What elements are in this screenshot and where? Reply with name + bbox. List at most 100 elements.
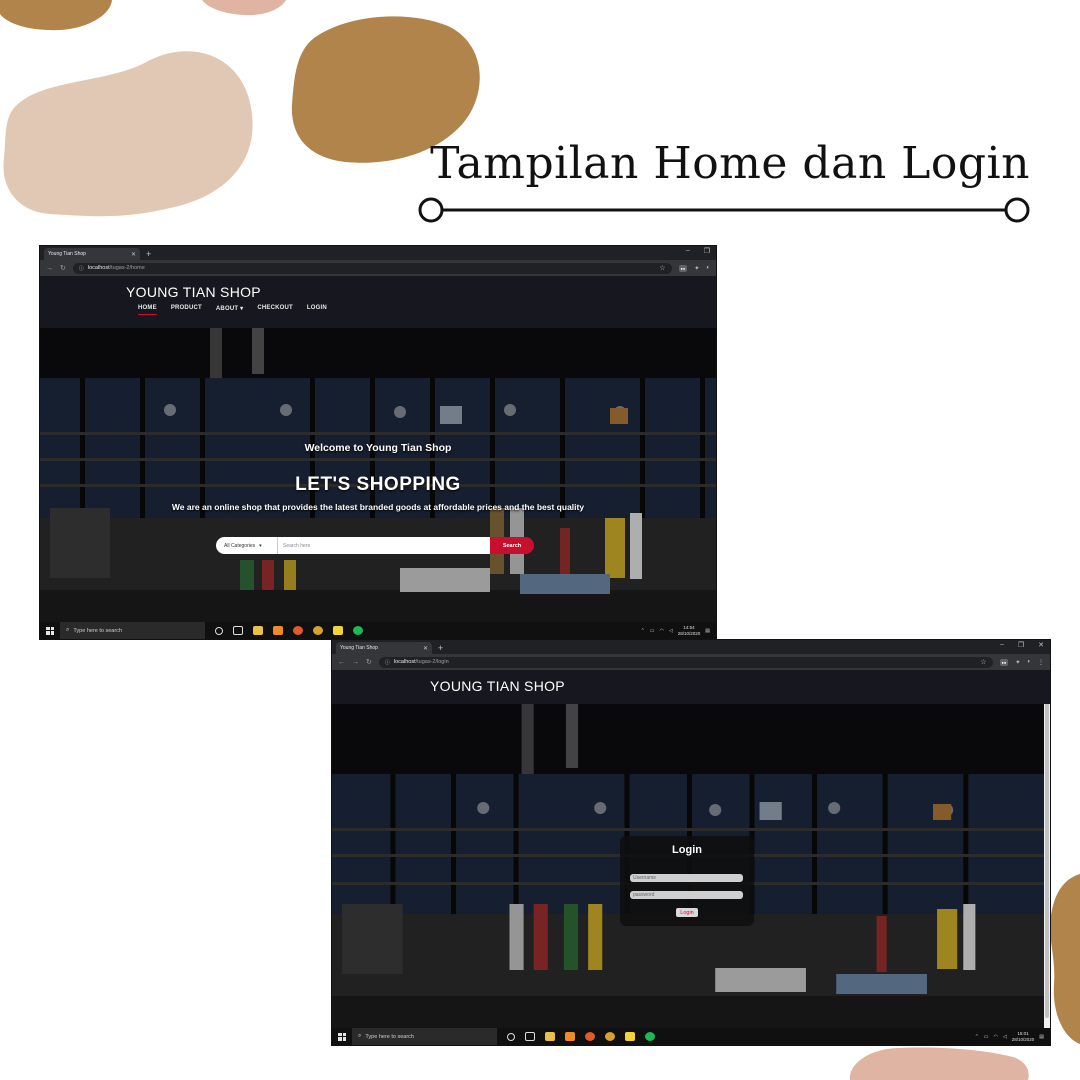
taskbar-search-placeholder: Type here to search	[365, 1033, 414, 1040]
browser-tab[interactable]: Young Tian Shop ✕	[44, 248, 140, 260]
reload-icon[interactable]: ↻	[366, 658, 372, 666]
info-icon[interactable]: ⓘ	[385, 659, 390, 666]
address-bar: → ↻ ⓘ localhost/tugas-2/home ☆ ●● ✦ ◐	[40, 260, 716, 276]
wifi-icon[interactable]: ◠	[660, 628, 664, 634]
nav-product[interactable]: PRODUCT	[171, 305, 202, 315]
task-view-icon[interactable]	[233, 626, 243, 635]
category-select-value: All Categories	[224, 542, 256, 549]
search-icon: ⌕	[66, 627, 70, 633]
scrollbar-thumb[interactable]	[1045, 704, 1049, 1018]
url-host: localhost	[393, 659, 416, 665]
new-tab-icon[interactable]: +	[146, 248, 151, 260]
firefox-icon[interactable]	[293, 626, 303, 635]
volume-icon[interactable]: ◁	[1003, 1034, 1007, 1040]
wifi-icon[interactable]: ◠	[994, 1034, 998, 1040]
tab-close-icon[interactable]: ✕	[131, 251, 136, 258]
username-field[interactable]	[630, 874, 743, 882]
login-background: Login Login	[332, 704, 1050, 1028]
page-scrollbar[interactable]	[1044, 704, 1050, 1028]
battery-icon[interactable]: ▭	[984, 1034, 989, 1040]
window-controls: – ❐	[686, 247, 710, 255]
url-field[interactable]: ⓘ localhost/tugas-2/login ☆	[378, 656, 993, 668]
firefox-icon[interactable]	[585, 1032, 595, 1041]
new-tab-icon[interactable]: +	[438, 642, 443, 654]
nav-about[interactable]: ABOUT ▾	[216, 305, 243, 315]
notifications-icon[interactable]: ▤	[1039, 1034, 1044, 1040]
sticky-notes-icon[interactable]	[625, 1032, 635, 1041]
category-select[interactable]: All Categories ▾	[216, 537, 278, 554]
notifications-icon[interactable]: ▤	[705, 628, 710, 634]
tab-title: Young Tian Shop	[340, 645, 378, 651]
site-header: YOUNG TIAN SHOP	[332, 670, 1050, 704]
nav-login[interactable]: LOGIN	[307, 305, 327, 315]
reload-icon[interactable]: ↻	[60, 264, 66, 272]
tab-title: Young Tian Shop	[48, 251, 86, 257]
tab-close-icon[interactable]: ✕	[423, 645, 428, 652]
taskbar-search[interactable]: ⌕ Type here to search	[352, 1028, 497, 1045]
restore-icon[interactable]: ❐	[1018, 641, 1024, 649]
back-icon[interactable]: ←	[338, 659, 345, 666]
extension-badge-icon[interactable]: ●●	[678, 264, 688, 272]
login-browser-window: Young Tian Shop ✕ + – ❐ ✕ ← → ↻ ⓘ localh…	[332, 640, 1050, 1045]
profile-icon[interactable]: ◐	[1027, 659, 1031, 665]
info-icon[interactable]: ⓘ	[79, 265, 84, 272]
tab-strip: Young Tian Shop ✕ + – ❐ ✕	[332, 640, 1050, 654]
bookmark-star-icon[interactable]: ☆	[659, 264, 665, 272]
search-icon: ⌕	[358, 1033, 362, 1039]
minimize-icon[interactable]: –	[1000, 641, 1004, 649]
sublime-text-icon[interactable]	[565, 1032, 575, 1041]
decorative-blob-top-pink	[202, 0, 286, 16]
task-view-icon[interactable]	[525, 1032, 535, 1041]
chrome-icon[interactable]	[313, 626, 323, 635]
window-controls: – ❐ ✕	[1000, 641, 1044, 649]
product-search-bar: All Categories ▾ Search	[216, 537, 534, 554]
taskbar-search[interactable]: ⌕ Type here to search	[60, 622, 205, 639]
file-explorer-icon[interactable]	[253, 626, 263, 635]
tray-chevron-icon[interactable]: ⌃	[975, 1034, 979, 1040]
password-field[interactable]	[630, 891, 743, 899]
nav-home[interactable]: HOME	[138, 305, 157, 315]
sticky-notes-icon[interactable]	[333, 626, 343, 635]
restore-icon[interactable]: ❐	[704, 247, 710, 255]
bookmark-star-icon[interactable]: ☆	[980, 658, 986, 666]
nav-checkout[interactable]: CHECKOUT	[257, 305, 293, 315]
forward-icon[interactable]: →	[352, 659, 359, 666]
sublime-text-icon[interactable]	[273, 626, 283, 635]
search-button[interactable]: Search	[490, 537, 534, 554]
volume-icon[interactable]: ◁	[669, 628, 673, 634]
chevron-down-icon: ▾	[259, 542, 262, 549]
menu-icon[interactable]: ⋮	[1038, 659, 1044, 666]
spotify-icon[interactable]	[645, 1032, 655, 1041]
spotify-icon[interactable]	[353, 626, 363, 635]
forward-icon[interactable]: →	[46, 265, 53, 272]
extension-badge-icon[interactable]: ●●	[999, 658, 1009, 666]
start-button[interactable]	[332, 1028, 352, 1045]
hero-headline: LET'S SHOPPING	[295, 474, 461, 495]
login-button[interactable]: Login	[676, 908, 698, 917]
search-input[interactable]	[278, 537, 490, 554]
extensions-icon[interactable]: ✦	[1015, 659, 1020, 666]
site-brand[interactable]: YOUNG TIAN SHOP	[126, 284, 261, 300]
system-tray: ⌃ ▭ ◠ ◁ 14:54 28/10/2020 ▤	[641, 625, 716, 636]
url-field[interactable]: ⓘ localhost/tugas-2/home ☆	[72, 262, 672, 274]
taskbar-clock[interactable]: 14:54 28/10/2020	[678, 625, 701, 636]
minimize-icon[interactable]: –	[686, 247, 690, 255]
profile-icon[interactable]: ◐	[706, 265, 710, 271]
windows-logo-icon	[338, 1032, 346, 1041]
login-title: Login	[672, 844, 702, 856]
slide-title: Tampilan Home dan Login	[430, 138, 1030, 189]
taskbar-apps	[507, 1032, 655, 1041]
extensions-icon[interactable]: ✦	[694, 265, 699, 272]
site-brand[interactable]: YOUNG TIAN SHOP	[430, 678, 565, 694]
chrome-icon[interactable]	[605, 1032, 615, 1041]
tray-chevron-icon[interactable]: ⌃	[641, 628, 645, 634]
cortana-icon[interactable]	[215, 626, 223, 635]
taskbar-clock[interactable]: 15:01 28/10/2020	[1012, 1031, 1035, 1042]
cortana-icon[interactable]	[507, 1032, 515, 1041]
browser-tab[interactable]: Young Tian Shop ✕	[336, 642, 432, 654]
close-icon[interactable]: ✕	[1038, 641, 1044, 649]
start-button[interactable]	[40, 622, 60, 639]
battery-icon[interactable]: ▭	[650, 628, 655, 634]
decorative-blob-bottom-pink	[849, 1047, 1029, 1080]
file-explorer-icon[interactable]	[545, 1032, 555, 1041]
